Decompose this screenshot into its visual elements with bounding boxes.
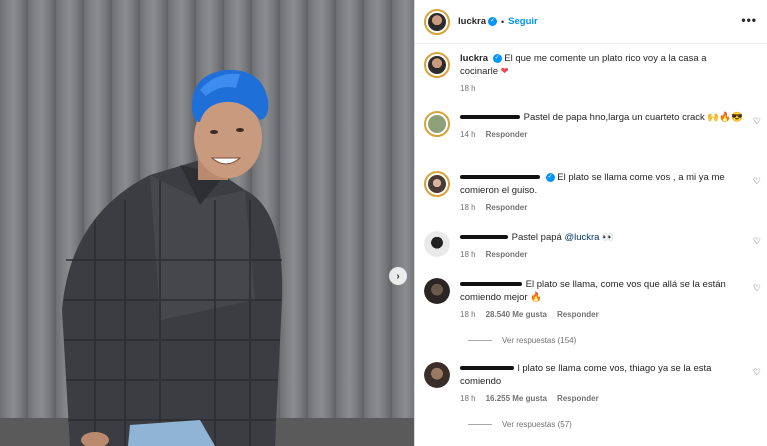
- post-header: luckra ✓ • Seguir •••: [415, 0, 767, 44]
- comment-time[interactable]: 18 h: [460, 250, 476, 259]
- comment-time[interactable]: 18 h: [460, 394, 476, 403]
- comment-time[interactable]: 14 h: [460, 130, 476, 139]
- reply-button[interactable]: Responder: [557, 394, 599, 403]
- comments-panel: luckra ✓ • Seguir ••• luckra ✓ El que me…: [414, 0, 767, 446]
- redacted-username: [460, 175, 540, 180]
- caption-emoji: ❤: [500, 66, 509, 77]
- view-replies-label: Ver respuestas (154): [502, 336, 577, 345]
- verified-icon: ✓: [545, 172, 555, 182]
- view-replies-button[interactable]: Ver respuestas (57): [468, 420, 572, 429]
- comment-item: ✓ El plato se llama come vos , a mi ya m…: [424, 171, 762, 212]
- comment-text: Pastel de papa hno,larga un cuarteto cra…: [523, 112, 743, 123]
- likes-count[interactable]: 28.540 Me gusta: [486, 310, 547, 319]
- view-replies-button[interactable]: Ver respuestas (154): [468, 336, 576, 345]
- comment-time[interactable]: 18 h: [460, 203, 476, 212]
- comment-emoji: 👀: [602, 232, 614, 243]
- redacted-username: [460, 235, 508, 240]
- follow-button[interactable]: Seguir: [508, 16, 538, 27]
- avatar[interactable]: [424, 278, 450, 304]
- like-heart-icon[interactable]: ♡: [753, 236, 761, 247]
- likes-count[interactable]: 16.255 Me gusta: [486, 394, 547, 403]
- like-heart-icon[interactable]: ♡: [753, 116, 761, 127]
- verified-icon: ✓: [488, 17, 497, 26]
- comment-item: Pastel de papa hno,larga un cuarteto cra…: [424, 111, 762, 139]
- avatar[interactable]: [424, 362, 450, 388]
- next-photo-button[interactable]: ›: [389, 267, 407, 285]
- post-viewer: › luckra ✓ • Seguir ••• luckra ✓ El que …: [0, 0, 767, 446]
- reply-button[interactable]: Responder: [557, 310, 599, 319]
- mention-link[interactable]: @luckra: [564, 232, 599, 243]
- more-icon[interactable]: •••: [741, 13, 757, 27]
- person-figure: [62, 69, 283, 446]
- reply-button[interactable]: Responder: [486, 130, 528, 139]
- like-heart-icon[interactable]: ♡: [753, 176, 761, 187]
- reply-button[interactable]: Responder: [486, 203, 528, 212]
- comment-time[interactable]: 18 h: [460, 310, 476, 319]
- verified-icon: ✓: [492, 53, 502, 63]
- caption-username[interactable]: luckra: [460, 53, 488, 64]
- redacted-username: [460, 282, 522, 287]
- reply-button[interactable]: Responder: [486, 250, 528, 259]
- avatar[interactable]: [424, 171, 450, 197]
- avatar[interactable]: [424, 111, 450, 137]
- like-heart-icon[interactable]: ♡: [753, 283, 761, 294]
- chevron-right-icon: ›: [396, 270, 400, 282]
- redacted-username: [460, 366, 514, 371]
- avatar[interactable]: [424, 52, 450, 78]
- caption-body: luckra ✓ El que me comente un plato rico…: [460, 52, 745, 93]
- comment-item: l plato se llama come vos, thiago ya se …: [424, 362, 762, 403]
- separator: •: [501, 16, 505, 27]
- avatar[interactable]: [424, 8, 450, 35]
- caption: luckra ✓ El que me comente un plato rico…: [424, 52, 762, 93]
- post-photo[interactable]: ›: [0, 0, 414, 446]
- redacted-username: [460, 115, 520, 120]
- avatar[interactable]: [424, 231, 450, 257]
- header-username[interactable]: luckra: [458, 16, 486, 27]
- replies-divider: [468, 340, 492, 341]
- caption-time[interactable]: 18 h: [460, 84, 476, 93]
- comment-text: Pastel papá: [511, 232, 562, 243]
- like-heart-icon[interactable]: ♡: [753, 367, 761, 378]
- replies-divider: [468, 424, 492, 425]
- comment-item: Pastel papá @luckra 👀 18 h Responder ♡: [424, 231, 762, 259]
- view-replies-label: Ver respuestas (57): [502, 420, 572, 429]
- comment-item: El plato se llama, come vos que allá se …: [424, 278, 762, 319]
